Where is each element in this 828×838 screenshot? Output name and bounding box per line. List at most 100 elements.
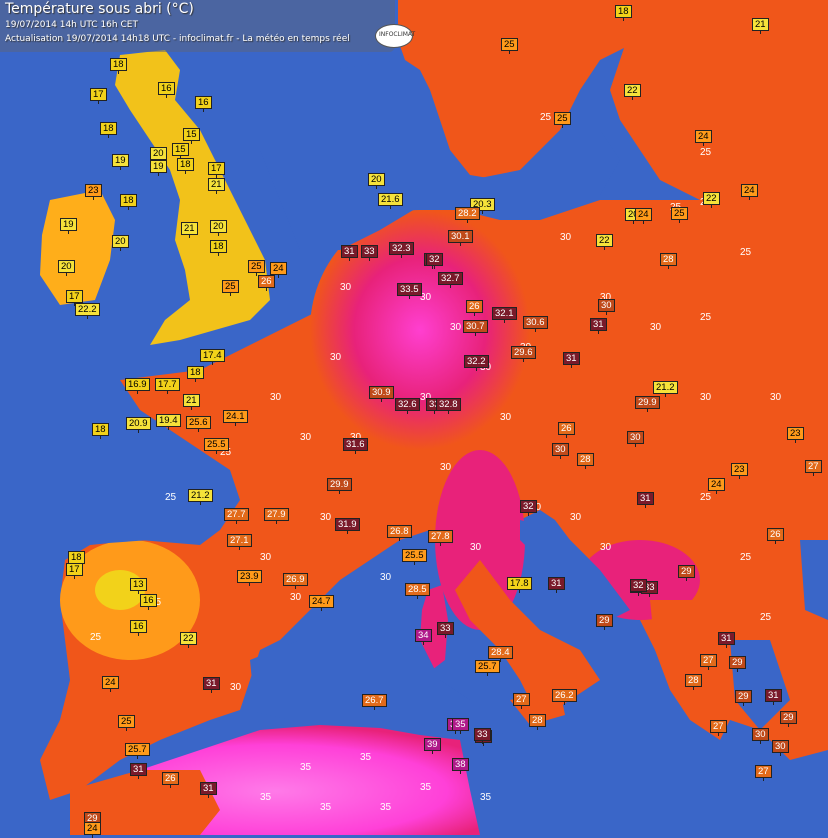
station-temperature[interactable]: 24 xyxy=(708,478,725,494)
station-temperature[interactable]: 25.5 xyxy=(402,549,427,565)
station-temperature[interactable]: 30.1 xyxy=(448,230,473,246)
station-temperature[interactable]: 31.9 xyxy=(335,518,360,534)
station-temperature[interactable]: 29 xyxy=(735,690,752,706)
station-temperature[interactable]: 27 xyxy=(710,720,727,736)
station-temperature[interactable]: 32.6 xyxy=(395,398,420,414)
station-temperature[interactable]: 21 xyxy=(181,222,198,238)
station-temperature[interactable]: 17 xyxy=(208,162,225,178)
station-temperature[interactable]: 31 xyxy=(341,245,358,261)
station-temperature[interactable]: 25 xyxy=(554,112,571,128)
station-temperature[interactable]: 17 xyxy=(90,88,107,104)
station-temperature[interactable]: 29 xyxy=(678,565,695,581)
station-temperature[interactable]: 19 xyxy=(112,154,129,170)
station-temperature[interactable]: 27.8 xyxy=(428,530,453,546)
station-temperature[interactable]: 30.9 xyxy=(369,386,394,402)
station-temperature[interactable]: 20.9 xyxy=(126,417,151,433)
station-temperature[interactable]: 21.6 xyxy=(378,193,403,209)
station-temperature[interactable]: 21 xyxy=(183,394,200,410)
station-temperature[interactable]: 31 xyxy=(718,632,735,648)
station-temperature[interactable]: 24.1 xyxy=(223,410,248,426)
station-temperature[interactable]: 20 xyxy=(210,220,227,236)
station-temperature[interactable]: 29.9 xyxy=(635,396,660,412)
station-temperature[interactable]: 16 xyxy=(140,594,157,610)
station-temperature[interactable]: 25 xyxy=(248,260,265,276)
station-temperature[interactable]: 16 xyxy=(158,82,175,98)
station-temperature[interactable]: 26 xyxy=(558,422,575,438)
station-temperature[interactable]: 26.9 xyxy=(283,573,308,589)
station-temperature[interactable]: 29 xyxy=(780,711,797,727)
station-temperature[interactable]: 28.5 xyxy=(405,583,430,599)
station-temperature[interactable]: 25 xyxy=(118,715,135,731)
station-temperature[interactable]: 18 xyxy=(177,158,194,174)
station-temperature[interactable]: 27.7 xyxy=(224,508,249,524)
station-temperature[interactable]: 32.2 xyxy=(464,355,489,371)
station-temperature[interactable]: 18 xyxy=(210,240,227,256)
station-temperature[interactable]: 30 xyxy=(598,299,615,315)
station-temperature[interactable]: 29.9 xyxy=(327,478,352,494)
station-temperature[interactable]: 23 xyxy=(85,184,102,200)
station-temperature[interactable]: 17.7 xyxy=(155,378,180,394)
station-temperature[interactable]: 31 xyxy=(563,352,580,368)
station-temperature[interactable]: 18 xyxy=(100,122,117,138)
station-temperature[interactable]: 24 xyxy=(270,262,287,278)
station-temperature[interactable]: 28.2 xyxy=(455,207,480,223)
station-temperature[interactable]: 20 xyxy=(368,173,385,189)
station-temperature[interactable]: 30 xyxy=(772,740,789,756)
station-temperature[interactable]: 19 xyxy=(60,218,77,234)
station-temperature[interactable]: 27 xyxy=(755,765,772,781)
station-temperature[interactable]: 30 xyxy=(752,728,769,744)
station-temperature[interactable]: 26.2 xyxy=(552,689,577,705)
station-temperature[interactable]: 29 xyxy=(729,656,746,672)
station-temperature[interactable]: 22 xyxy=(703,192,720,208)
station-temperature[interactable]: 28 xyxy=(577,453,594,469)
station-temperature[interactable]: 26 xyxy=(466,300,483,316)
station-temperature[interactable]: 32.3 xyxy=(389,242,414,258)
station-temperature[interactable]: 34 xyxy=(415,629,432,645)
station-temperature[interactable]: 31 xyxy=(200,782,217,798)
station-temperature[interactable]: 17 xyxy=(66,563,83,579)
station-temperature[interactable]: 33 xyxy=(474,728,491,744)
station-temperature[interactable]: 24 xyxy=(635,208,652,224)
station-temperature[interactable]: 22 xyxy=(624,84,641,100)
station-temperature[interactable]: 31 xyxy=(590,318,607,334)
station-temperature[interactable]: 25 xyxy=(222,280,239,296)
station-temperature[interactable]: 30.6 xyxy=(523,316,548,332)
station-temperature[interactable]: 25.7 xyxy=(475,660,500,676)
station-temperature[interactable]: 18 xyxy=(615,5,632,21)
station-temperature[interactable]: 19.4 xyxy=(156,414,181,430)
station-temperature[interactable]: 20 xyxy=(150,147,167,163)
station-temperature[interactable]: 29.6 xyxy=(511,346,536,362)
station-temperature[interactable]: 30 xyxy=(552,443,569,459)
station-temperature[interactable]: 25.5 xyxy=(204,438,229,454)
station-temperature[interactable]: 17.4 xyxy=(200,349,225,365)
station-temperature[interactable]: 33 xyxy=(437,622,454,638)
station-temperature[interactable]: 27 xyxy=(805,460,822,476)
station-temperature[interactable]: 31 xyxy=(548,577,565,593)
station-temperature[interactable]: 28 xyxy=(529,714,546,730)
station-temperature[interactable]: 38 xyxy=(452,758,469,774)
station-temperature[interactable]: 32.7 xyxy=(438,272,463,288)
station-temperature[interactable]: 24 xyxy=(695,130,712,146)
station-temperature[interactable]: 32 xyxy=(630,579,647,595)
station-temperature[interactable]: 17 xyxy=(66,290,83,306)
station-temperature[interactable]: 21 xyxy=(208,178,225,194)
station-temperature[interactable]: 32 xyxy=(520,500,537,516)
station-temperature[interactable]: 25.7 xyxy=(125,743,150,759)
station-temperature[interactable]: 17.8 xyxy=(507,577,532,593)
station-temperature[interactable]: 25 xyxy=(501,38,518,54)
station-temperature[interactable]: 31.6 xyxy=(343,438,368,454)
station-temperature[interactable]: 24 xyxy=(102,676,119,692)
station-temperature[interactable]: 20 xyxy=(112,235,129,251)
station-temperature[interactable]: 20 xyxy=(58,260,75,276)
station-temperature[interactable]: 22.2 xyxy=(75,303,100,319)
station-temperature[interactable]: 25.6 xyxy=(186,416,211,432)
station-temperature[interactable]: 18 xyxy=(120,194,137,210)
station-temperature[interactable]: 18 xyxy=(92,423,109,439)
station-temperature[interactable]: 28.4 xyxy=(488,646,513,662)
station-temperature[interactable]: 15 xyxy=(172,143,189,159)
station-temperature[interactable]: 24 xyxy=(741,184,758,200)
station-temperature[interactable]: 16 xyxy=(130,620,147,636)
station-temperature[interactable]: 22 xyxy=(180,632,197,648)
station-temperature[interactable]: 15 xyxy=(183,128,200,144)
station-temperature[interactable]: 26 xyxy=(162,772,179,788)
